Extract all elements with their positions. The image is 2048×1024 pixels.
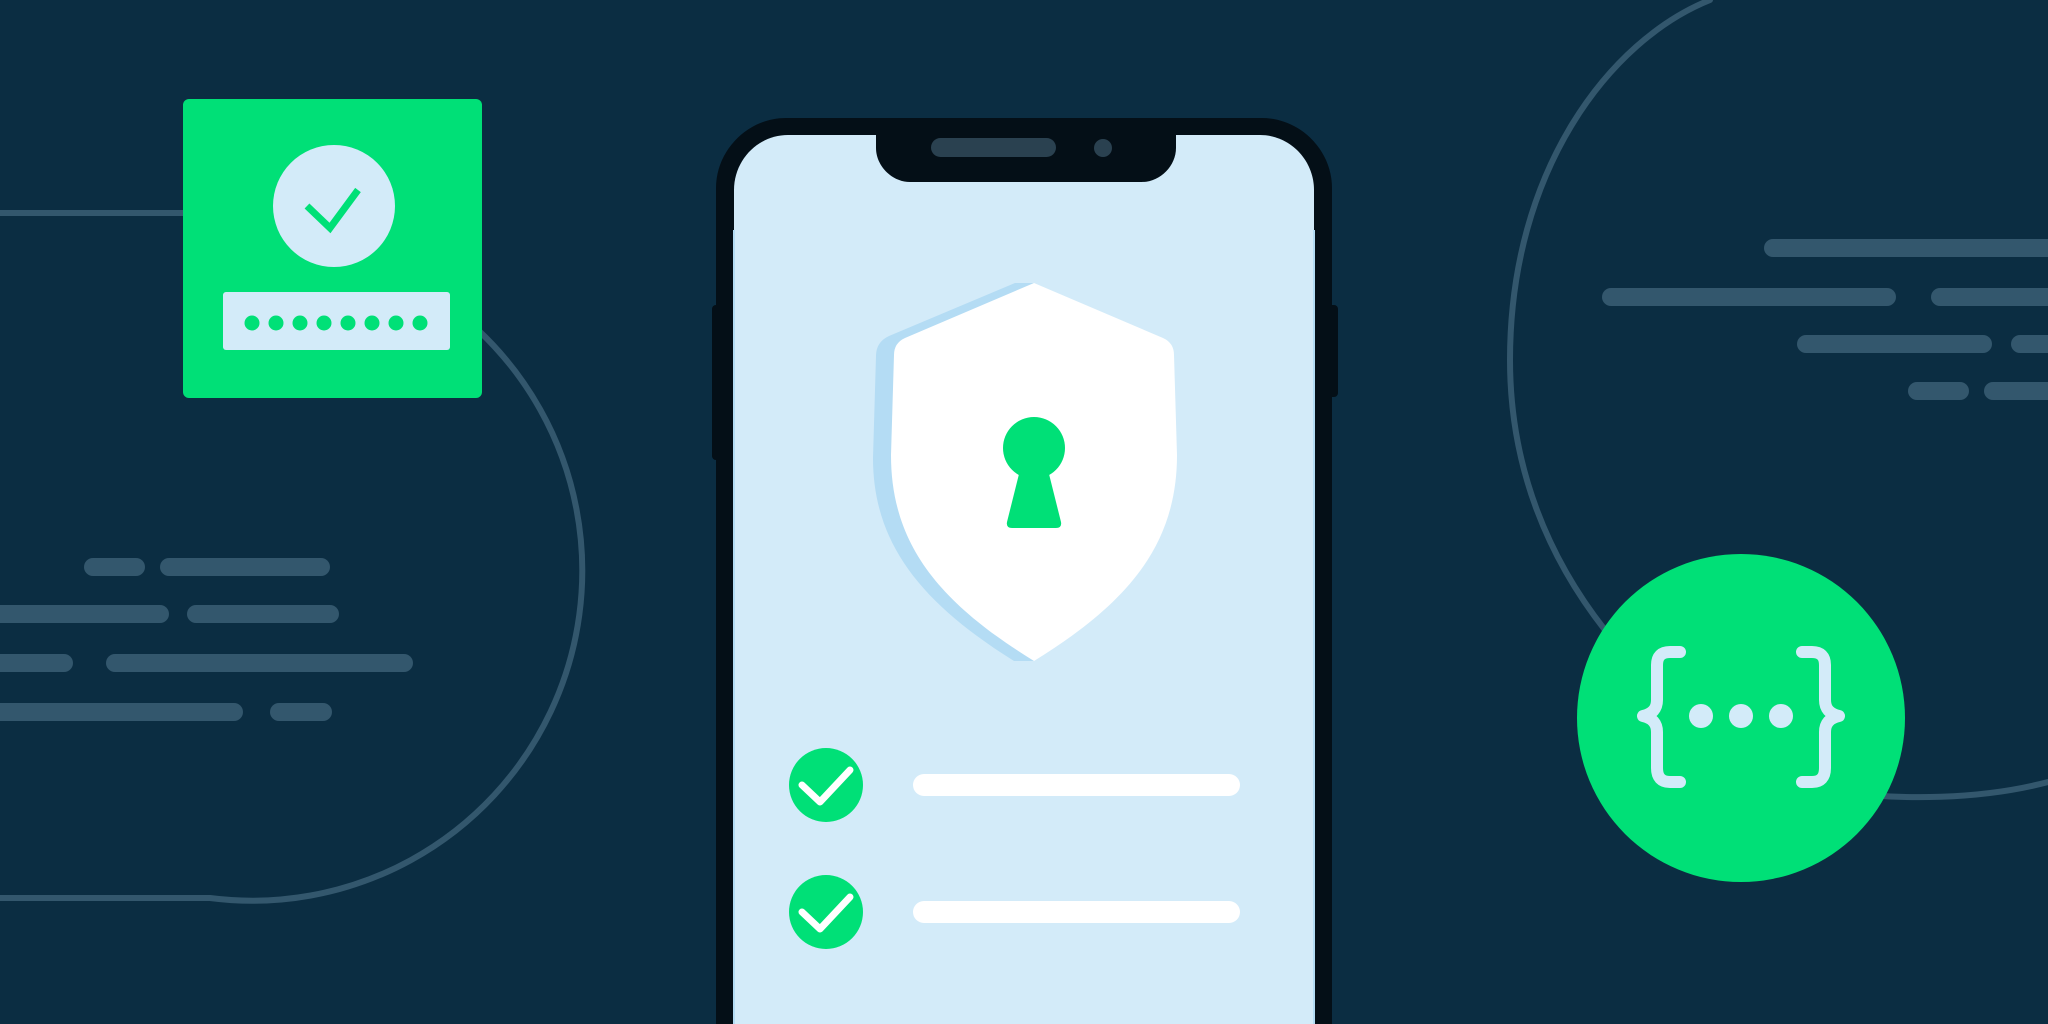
curly-braces-icon: [1577, 554, 1905, 882]
mask-dot: [412, 315, 428, 331]
verified-badge: [273, 145, 395, 267]
mask-dot: [388, 315, 404, 331]
left-text-lines: [0, 558, 413, 721]
password-check-icon: [183, 99, 482, 398]
phone-speaker: [931, 138, 1056, 157]
mask-dot: [364, 315, 380, 331]
right-text-lines: [1602, 239, 2048, 400]
mask-dot: [292, 315, 308, 331]
illustration-canvas: [0, 0, 2048, 1024]
mask-dot: [340, 315, 356, 331]
mask-dot: [316, 315, 332, 331]
mask-dot: [244, 315, 260, 331]
phone-camera: [1094, 139, 1112, 157]
illustration: [0, 0, 2048, 1024]
mask-dot: [268, 315, 284, 331]
phone: [712, 118, 1338, 1024]
right-circle-outline: [1506, 0, 1713, 633]
ellipsis-dots: [1689, 704, 1793, 728]
